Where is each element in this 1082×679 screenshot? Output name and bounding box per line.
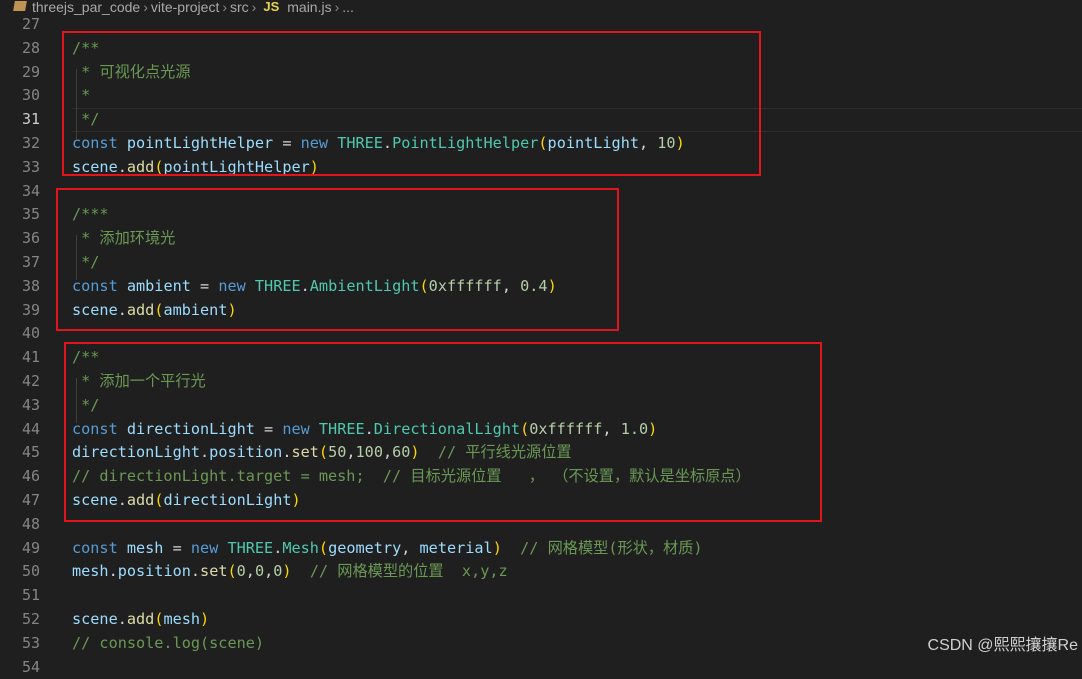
- javascript-file-icon: JS: [263, 0, 280, 14]
- folder-icon: [13, 1, 27, 11]
- code-token: // 网格模型的位置 x,y,z: [309, 562, 508, 581]
- line-number: 33: [21, 157, 40, 176]
- watermark: CSDN @熙熙攘攘Re: [927, 637, 1078, 654]
- code-token: ,: [245, 562, 255, 581]
- highlight-box-directional-light: [64, 342, 822, 522]
- line-number: 51: [21, 586, 40, 605]
- code-line[interactable]: 54: [0, 656, 1082, 679]
- code-token: // console.log(scene): [72, 633, 265, 652]
- code-token: position: [117, 562, 191, 581]
- line-number: 38: [21, 276, 40, 295]
- code-token: ): [492, 538, 502, 557]
- line-number: 49: [21, 538, 40, 557]
- line-number: 41: [21, 348, 40, 367]
- code-token: Mesh: [282, 538, 319, 557]
- line-number: 34: [21, 181, 40, 200]
- line-number: 36: [21, 229, 40, 248]
- highlight-box-ambient-light: [56, 188, 619, 331]
- code-text[interactable]: const mesh = new THREE.Mesh(geometry, me…: [72, 537, 703, 561]
- code-token: new: [190, 538, 228, 557]
- line-number: 43: [21, 395, 40, 414]
- code-token: =: [163, 538, 191, 557]
- code-line[interactable]: 51: [0, 584, 1082, 608]
- line-number: 30: [21, 86, 40, 105]
- line-number: 48: [21, 514, 40, 533]
- code-token: ,: [401, 538, 420, 557]
- line-number: 27: [21, 15, 40, 33]
- line-number: 35: [21, 205, 40, 224]
- code-token: // 网格模型(形状，材质): [520, 538, 703, 557]
- line-number: 50: [21, 562, 40, 581]
- code-token: (: [227, 562, 237, 581]
- code-token: meterial: [419, 538, 493, 557]
- line-number: 32: [21, 134, 40, 152]
- code-token: mesh: [72, 562, 109, 581]
- line-number: 45: [21, 443, 40, 462]
- line-number: 46: [21, 467, 40, 486]
- code-token: 0: [236, 562, 246, 581]
- code-token: .: [117, 610, 127, 628]
- code-line[interactable]: 52 scene.add(mesh): [0, 608, 1082, 632]
- code-token: (: [318, 538, 329, 557]
- code-token: ): [200, 610, 210, 628]
- code-token: scene: [72, 610, 118, 628]
- code-token: geometry: [328, 538, 402, 557]
- line-number: 47: [21, 491, 40, 509]
- code-line[interactable]: 49 const mesh = new THREE.Mesh(geometry, …: [0, 537, 1082, 561]
- line-number: 52: [21, 610, 40, 628]
- code-token: mesh: [126, 538, 164, 557]
- code-token: ): [282, 562, 292, 581]
- line-number: 42: [21, 372, 40, 390]
- highlight-box-point-light-helper: [62, 31, 761, 176]
- code-line[interactable]: 50 mesh.position.set(0,0,0) // 网格模型的位置 x,…: [0, 560, 1082, 584]
- line-number: 31: [21, 110, 40, 129]
- code-text[interactable]: scene.add(mesh): [72, 608, 209, 632]
- code-token: THREE: [227, 538, 274, 557]
- code-token: add: [126, 610, 155, 628]
- code-editor[interactable]: 54 53// console.log(scene) 52 scene.add(mes…: [0, 14, 1082, 676]
- line-number: 53: [21, 633, 40, 652]
- code-text[interactable]: mesh.position.set(0,0,0) // 网格模型的位置 x,y,…: [72, 560, 508, 584]
- code-token: mesh: [163, 610, 201, 628]
- line-number: 54: [21, 657, 40, 676]
- line-number: 44: [21, 419, 40, 438]
- code-token: const: [72, 538, 127, 557]
- line-number: 39: [21, 300, 40, 319]
- code-token: .: [108, 562, 118, 581]
- line-number: 28: [21, 38, 40, 57]
- line-number: 29: [21, 62, 40, 81]
- code-token: set: [200, 562, 228, 581]
- code-token: .: [273, 538, 283, 557]
- line-number: 40: [21, 324, 40, 343]
- code-line[interactable]: 53 // console.log(scene): [0, 632, 1082, 656]
- code-token: 0: [254, 562, 265, 581]
- code-token: .: [190, 562, 201, 581]
- line-number: 37: [21, 253, 40, 271]
- code-text[interactable]: // console.log(scene): [72, 632, 264, 656]
- code-token: ,: [264, 562, 274, 581]
